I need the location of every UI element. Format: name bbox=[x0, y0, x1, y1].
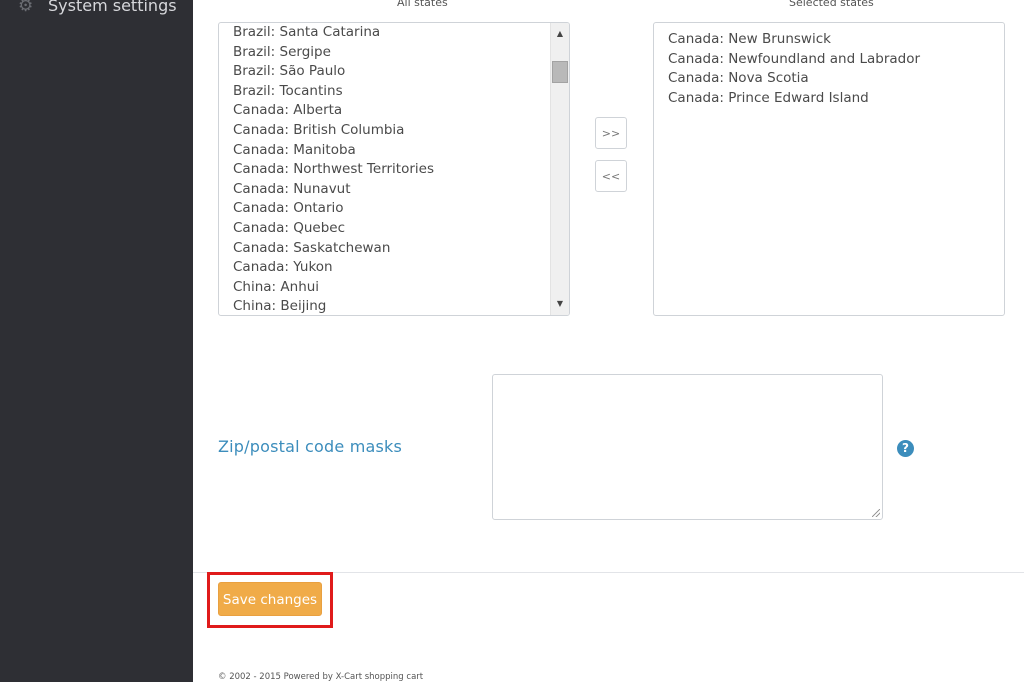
scroll-up-arrow-icon[interactable]: ▲ bbox=[551, 25, 569, 43]
sidebar-item-label: System settings bbox=[48, 0, 177, 15]
help-icon[interactable]: ? bbox=[897, 440, 914, 457]
list-option[interactable]: Canada: Quebec bbox=[233, 219, 434, 239]
list-option[interactable]: Canada: Northwest Territories bbox=[233, 160, 434, 180]
list-option[interactable]: China: Anhui bbox=[233, 278, 434, 298]
all-states-caption: All states bbox=[397, 0, 448, 9]
list-option[interactable]: Brazil: São Paulo bbox=[233, 62, 434, 82]
zip-masks-textarea[interactable] bbox=[492, 374, 883, 520]
footer-copyright: © 2002 - 2015 Powered by X-Cart shopping… bbox=[218, 672, 424, 682]
list-option[interactable]: Brazil: Sergipe bbox=[233, 43, 434, 63]
list-option[interactable]: China: Beijing bbox=[233, 297, 434, 315]
resize-grip-icon[interactable] bbox=[872, 509, 880, 517]
sidebar-item-system-settings[interactable]: ⚙ System settings bbox=[18, 0, 177, 15]
list-option[interactable]: Canada: Nova Scotia bbox=[668, 69, 920, 89]
sidebar: ⚙ System settings bbox=[0, 0, 193, 682]
list-option[interactable]: Canada: Ontario bbox=[233, 199, 434, 219]
add-states-button[interactable]: >> bbox=[595, 117, 627, 149]
list-option[interactable]: Canada: Newfoundland and Labrador bbox=[668, 50, 920, 70]
list-option[interactable]: Canada: Prince Edward Island bbox=[668, 89, 920, 109]
list-option[interactable]: Brazil: Santa Catarina bbox=[233, 23, 434, 43]
list-option[interactable]: Canada: Alberta bbox=[233, 101, 434, 121]
list-option[interactable]: Canada: Manitoba bbox=[233, 141, 434, 161]
selected-states-options: Canada: New Brunswick Canada: Newfoundlan… bbox=[668, 30, 920, 108]
list-option[interactable]: Canada: British Columbia bbox=[233, 121, 434, 141]
selected-states-list[interactable]: Canada: New Brunswick Canada: Newfoundlan… bbox=[653, 22, 1005, 316]
list-option[interactable]: Brazil: Tocantins bbox=[233, 82, 434, 102]
list-option[interactable]: Canada: Saskatchewan bbox=[233, 239, 434, 259]
selected-states-caption: Selected states bbox=[789, 0, 874, 9]
scroll-thumb[interactable] bbox=[552, 61, 568, 83]
save-changes-button[interactable]: Save changes bbox=[218, 582, 322, 616]
main-content: All states Selected states Brazil: Santa… bbox=[193, 0, 1024, 682]
list-option[interactable]: Canada: Yukon bbox=[233, 258, 434, 278]
all-states-options: Brazil: Santa Catarina Brazil: Sergipe Bra… bbox=[233, 23, 434, 315]
gear-icon: ⚙ bbox=[18, 0, 34, 16]
list-option[interactable]: Canada: Nunavut bbox=[233, 180, 434, 200]
scroll-down-arrow-icon[interactable]: ▼ bbox=[551, 295, 569, 313]
all-states-scrollbar[interactable]: ▲ ▼ bbox=[550, 23, 569, 315]
zip-masks-label: Zip/postal code masks bbox=[218, 437, 403, 456]
all-states-list[interactable]: Brazil: Santa Catarina Brazil: Sergipe Bra… bbox=[218, 22, 570, 316]
remove-states-button[interactable]: << bbox=[595, 160, 627, 192]
list-option[interactable]: Canada: New Brunswick bbox=[668, 30, 920, 50]
